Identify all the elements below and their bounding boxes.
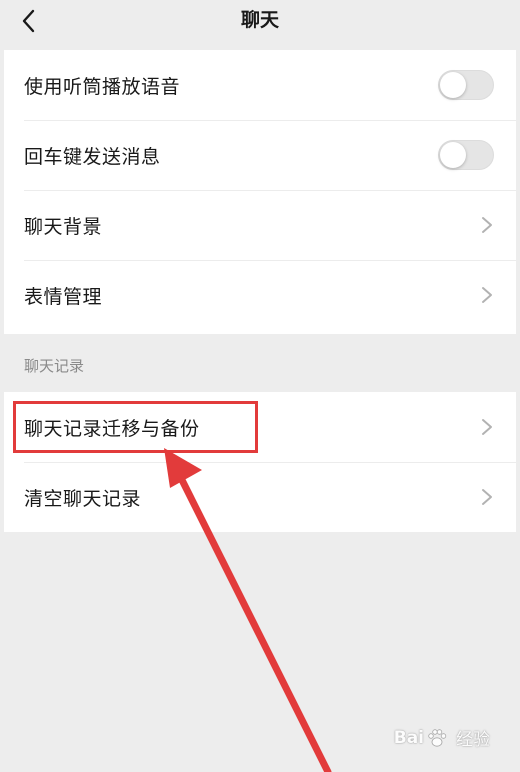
page-title: 聊天 [240,9,279,31]
baidu-jingyan-watermark: Bai 经验 [394,725,490,751]
chevron-right-icon [480,488,494,506]
setting-row-clear-chat-history[interactable]: 清空聊天记录 [4,462,516,532]
setting-row-sticker-management[interactable]: 表情管理 [4,260,516,330]
chevron-right-icon [480,286,494,304]
chat-settings-screen: 聊天 使用听筒播放语音 回车键发送消息 聊天背景 表情管理 聊天记录 聊天记录迁… [0,0,520,772]
navigation-bar: 聊天 [0,0,520,48]
enter-to-send-toggle[interactable] [438,140,494,170]
settings-group-general: 使用听筒播放语音 回车键发送消息 聊天背景 表情管理 [4,50,516,334]
setting-label: 清空聊天记录 [24,487,142,510]
setting-label: 使用听筒播放语音 [24,75,181,98]
setting-label: 回车键发送消息 [24,145,161,168]
highlight-box [13,401,258,453]
setting-row-chat-background[interactable]: 聊天背景 [4,190,516,260]
setting-row-earpiece-playback: 使用听筒播放语音 [4,50,516,120]
setting-label: 表情管理 [24,285,103,308]
setting-label: 聊天背景 [24,215,103,238]
paw-icon [428,728,447,747]
watermark-logo-left: Bai [393,727,424,748]
chevron-right-icon [480,418,494,436]
setting-row-enter-to-send: 回车键发送消息 [4,120,516,190]
chevron-right-icon [480,216,494,234]
watermark-logo: Bai [394,727,450,749]
toggle-knob [440,142,466,168]
section-header-chat-history: 聊天记录 [24,357,85,375]
watermark-text: 经验 [456,730,490,750]
earpiece-playback-toggle[interactable] [438,70,494,100]
toggle-knob [440,72,466,98]
